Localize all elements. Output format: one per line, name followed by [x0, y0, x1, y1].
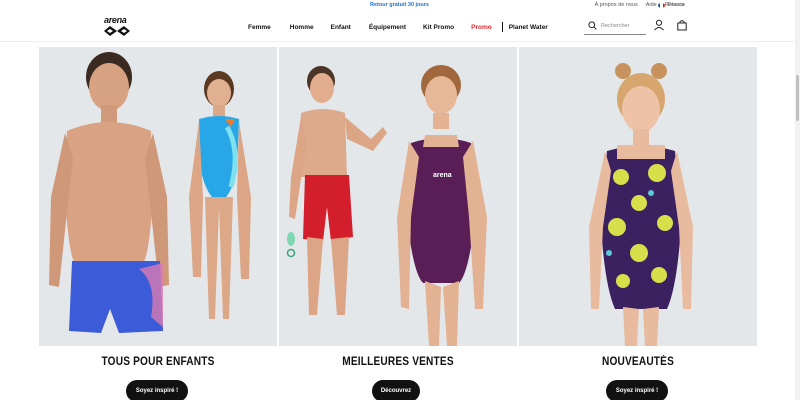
nav-homme[interactable]: Homme: [290, 24, 314, 31]
logo-text: arena: [104, 15, 127, 25]
flag-fr-icon: [658, 2, 665, 8]
nav-divider: [501, 22, 503, 32]
nav-enfant[interactable]: Enfant: [331, 24, 351, 31]
help-link[interactable]: Aide: [646, 2, 657, 8]
svg-text:arena: arena: [433, 172, 452, 179]
main-nav: Femme Homme Enfant Équipement Kit Promo …: [248, 22, 548, 32]
about-link[interactable]: À propos de nous: [595, 2, 638, 8]
search-field[interactable]: Rechercher: [584, 17, 646, 35]
main-header: arena Femme Homme Enfant Équipement Kit …: [0, 12, 800, 42]
kids-swimwear-illustration: [49, 52, 251, 333]
nav-promo[interactable]: Promo: [471, 24, 492, 31]
promo-message[interactable]: Retour gratuit 30 jours: [370, 2, 429, 8]
nav-equipement[interactable]: Équipement: [369, 24, 406, 31]
locale-selector[interactable]: France: [658, 2, 685, 8]
scrollbar-thumb[interactable]: [796, 75, 799, 121]
kids-inspire-button[interactable]: Soyez inspiré !: [126, 380, 188, 400]
tile-title-bestsellers[interactable]: MEILLEURES VENTES: [293, 356, 502, 368]
arena-logo[interactable]: arena: [102, 15, 132, 39]
user-icon[interactable]: [653, 19, 665, 31]
tile-title-new[interactable]: NOUVEAUTÉS: [533, 356, 742, 368]
tile-image-bestsellers[interactable]: arena: [279, 47, 517, 346]
nav-femme[interactable]: Femme: [248, 24, 271, 31]
new-arrivals-swimwear-illustration: [589, 63, 693, 346]
bestsellers-discover-button[interactable]: Découvrez: [372, 380, 420, 400]
page-scrollbar[interactable]: [795, 0, 800, 400]
bag-icon[interactable]: [676, 19, 688, 31]
top-utility-bar: Retour gratuit 30 jours À propos de nous…: [0, 0, 800, 12]
nav-planet-water[interactable]: Planet Water: [509, 24, 548, 31]
diamond-logo-icon: [104, 26, 130, 36]
tile-image-kids[interactable]: [39, 47, 277, 346]
locale-label: France: [668, 2, 686, 8]
tile-image-new[interactable]: [519, 47, 757, 346]
search-icon: [588, 21, 597, 30]
tile-title-kids[interactable]: TOUS POUR ENFANTS: [53, 356, 262, 368]
nav-kit-promo[interactable]: Kit Promo: [423, 24, 454, 31]
search-placeholder: Rechercher: [601, 22, 630, 29]
bestsellers-swimwear-illustration: arena: [286, 65, 487, 346]
new-inspire-button[interactable]: Soyez inspiré !: [606, 380, 668, 400]
